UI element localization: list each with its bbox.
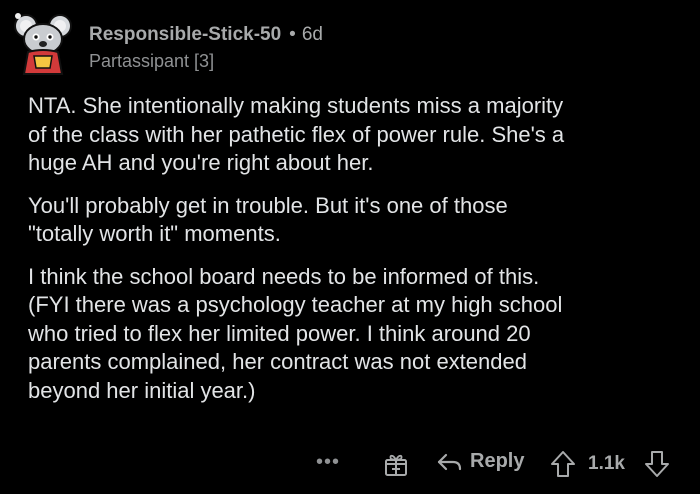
upvote-button[interactable] xyxy=(550,450,576,478)
comment-paragraph: NTA. She intentionally making students m… xyxy=(28,93,565,175)
comment-body: NTA. She intentionally making students m… xyxy=(28,92,688,419)
downvote-button[interactable] xyxy=(644,450,670,478)
comment-paragraph: You'll probably get in trouble. But it's… xyxy=(28,192,508,247)
avatar[interactable] xyxy=(12,12,74,76)
user-flair: Partassipant [3] xyxy=(89,51,215,71)
snoo-avatar-icon xyxy=(14,13,72,75)
vote-score: 1.1k xyxy=(588,453,625,474)
gift-icon xyxy=(385,454,407,476)
reply-button[interactable]: Reply xyxy=(436,450,524,473)
separator-dot: • xyxy=(289,24,296,45)
reply-arrow-icon xyxy=(437,453,462,470)
comment-paragraph: I think the school board needs to be inf… xyxy=(28,263,563,403)
more-options-button[interactable]: ••• xyxy=(316,451,340,474)
upvote-arrow-icon xyxy=(551,451,575,477)
award-button[interactable] xyxy=(383,451,409,477)
meta-line: Responsible-Stick-50 • 6d xyxy=(89,24,323,46)
downvote-arrow-icon xyxy=(645,451,669,477)
comment: Responsible-Stick-50 • 6d Partassipant [… xyxy=(0,0,700,494)
comment-actions: ••• Reply 1.1k xyxy=(0,447,700,481)
username-link[interactable]: Responsible-Stick-50 xyxy=(89,24,281,46)
comment-header: Responsible-Stick-50 • 6d Partassipant [… xyxy=(89,24,323,72)
comment-age: 6d xyxy=(301,24,323,45)
reply-label: Reply xyxy=(470,450,525,472)
